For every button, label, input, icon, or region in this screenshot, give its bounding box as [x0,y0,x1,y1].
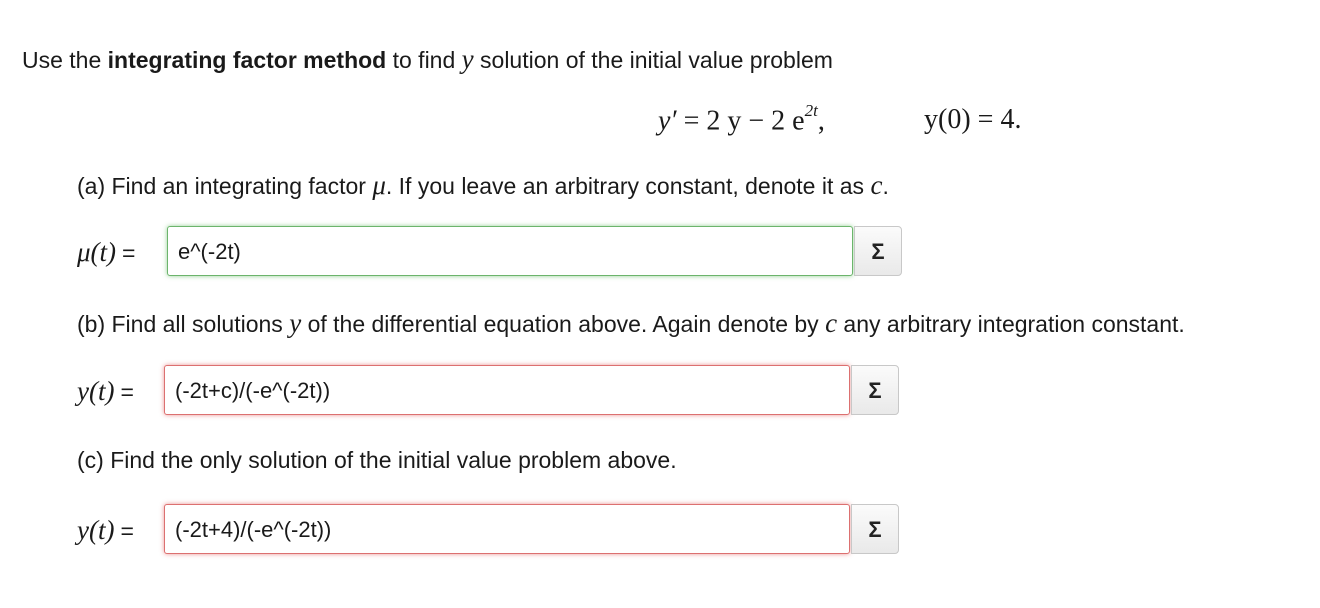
part-b-y: y [289,308,302,338]
differential-equation: y′ = 2 y − 2 e2t, y(0) = 4. [0,101,1320,144]
part-c-answer-input[interactable]: (-2t+4)/(-e^(-2t)) [164,504,850,554]
part-a-text1: (a) Find an integrating factor [77,173,373,199]
part-c-label-text: y(t) [77,515,115,545]
part-b-label-text: y(t) [77,376,115,406]
part-b-text2: of the differential equation above. Agai… [301,311,826,337]
part-a-equation-editor-button[interactable]: Σ [854,226,902,276]
initial-condition: y(0) = 4. [924,104,1022,135]
part-c-label: y(t) = [77,504,167,556]
intro-method: integrating factor method [107,47,387,73]
part-a-label: μ(t) = [77,226,167,278]
equation-lhs: y′ [658,105,677,137]
equation-rhs: = 2 y − 2 e [676,105,805,137]
equation-exponent: 2t [804,101,818,120]
part-b-prompt: (b) Find all solutions y of the differen… [77,308,1185,339]
sigma-icon: Σ [868,378,882,403]
intro-variable: y [461,44,474,74]
part-a-text3: . [882,173,889,199]
intro-middle: to find [386,47,462,73]
problem-statement: Use the integrating factor method to fin… [22,44,833,75]
part-b-label: y(t) = [77,365,167,417]
part-c-prompt: (c) Find the only solution of the initia… [77,447,677,473]
part-a-prompt: (a) Find an integrating factor μ. If you… [77,170,889,201]
part-b-answer-input[interactable]: (-2t+c)/(-e^(-2t)) [164,365,850,415]
part-b-c: c [825,308,838,338]
part-b-equals: = [120,379,134,405]
part-a-label-text: μ(t) [77,237,117,267]
intro-suffix: solution of the initial value problem [473,47,833,73]
part-a-text2: . If you leave an arbitrary constant, de… [385,173,871,199]
part-a-mu: μ [372,170,386,200]
intro-prefix: Use the [22,47,108,73]
equation-main: y′ = 2 y − 2 e2t, [658,101,825,137]
part-b-text1: (b) Find all solutions [77,311,290,337]
equation-comma: , [817,105,825,137]
part-c-equation-editor-button[interactable]: Σ [851,504,899,554]
part-b-text3: any arbitrary integration constant. [837,311,1185,337]
part-b-equation-editor-button[interactable]: Σ [851,365,899,415]
part-c-equals: = [120,518,134,544]
sigma-icon: Σ [871,239,885,264]
sigma-icon: Σ [868,517,882,542]
part-a-answer-input[interactable]: e^(-2t) [167,226,853,276]
part-a-equals: = [122,240,136,266]
part-a-c: c [870,170,883,200]
